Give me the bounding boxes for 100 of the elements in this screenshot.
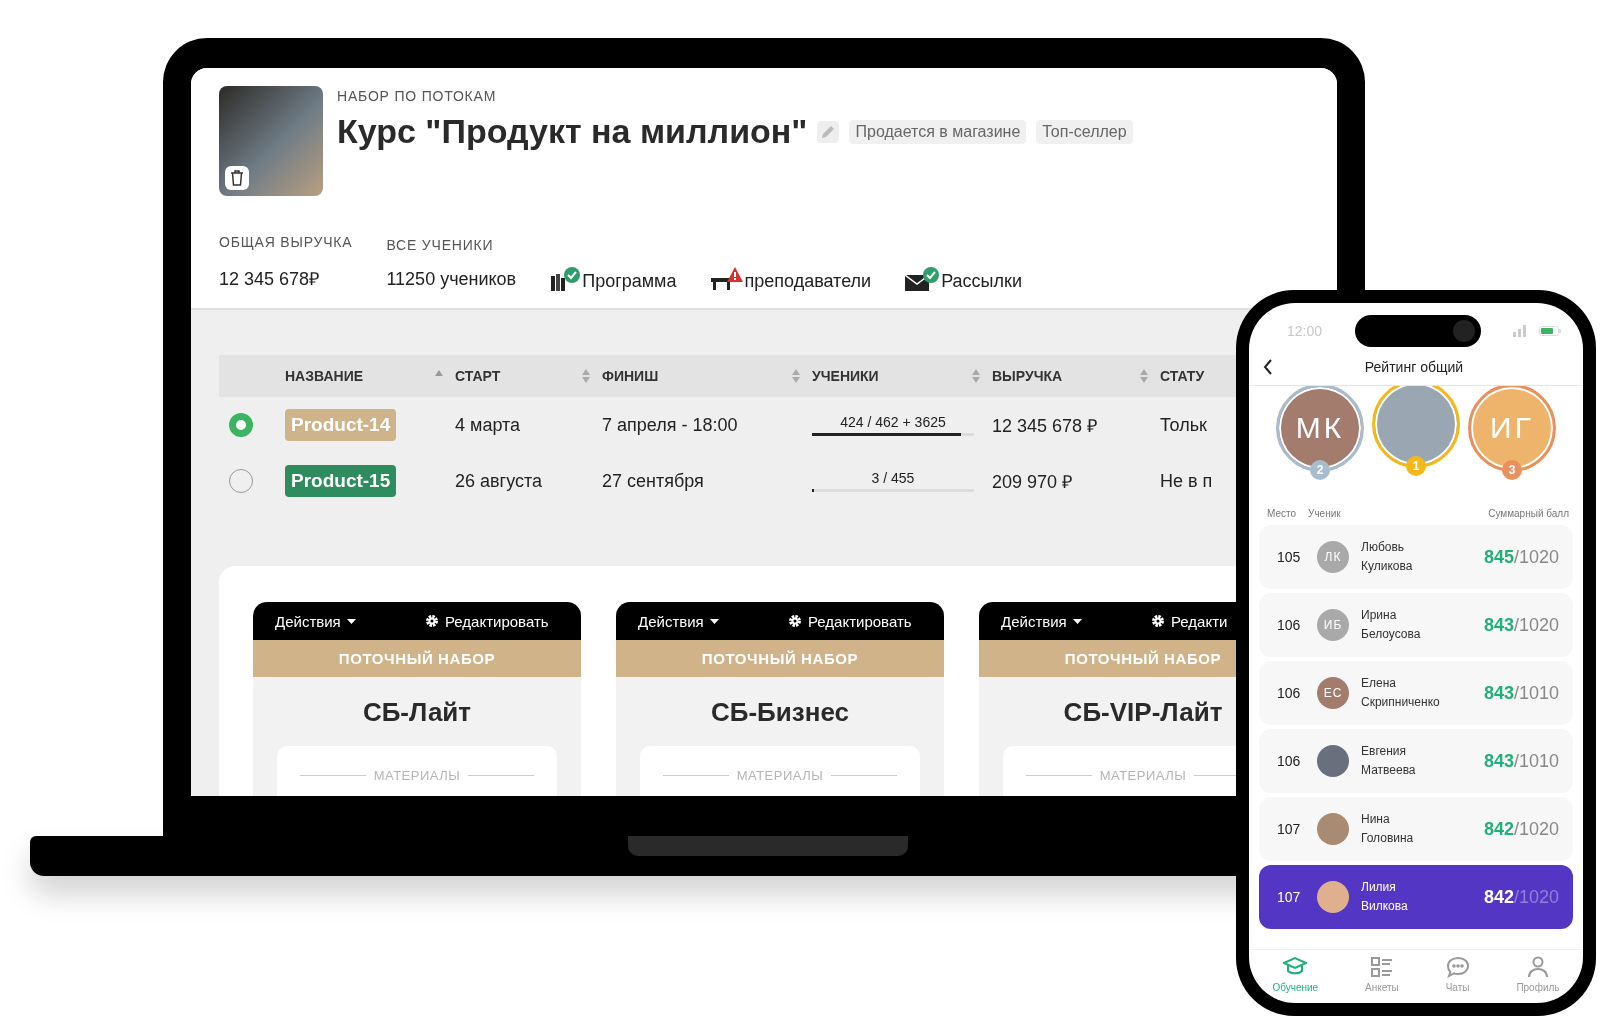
- course-title: Курс "Продукт на миллион": [337, 112, 808, 151]
- edit-button[interactable]: Редактировать: [425, 612, 549, 630]
- column-label: Место: [1267, 508, 1297, 519]
- sort-icon[interactable]: [972, 369, 980, 383]
- students-count: 3 / 455: [871, 470, 915, 486]
- caret-icon: [709, 618, 719, 624]
- section-link[interactable]: преподаватели: [710, 271, 872, 292]
- place-medal: 1: [1406, 456, 1426, 476]
- table-cell-text: 209 970 ₽: [992, 471, 1074, 493]
- table-cell-text: 4 марта: [455, 414, 522, 436]
- initials-avatar: ИБ: [1317, 609, 1349, 641]
- signal-icon: [1513, 325, 1527, 337]
- back-chevron-icon[interactable]: [1263, 359, 1273, 375]
- gear-icon: [1151, 614, 1165, 628]
- score: 843/1010: [1483, 750, 1559, 772]
- score: 845/1020: [1483, 546, 1559, 568]
- sort-ascending-icon[interactable]: [435, 370, 443, 376]
- sort-icon[interactable]: [1140, 369, 1148, 383]
- radio-button[interactable]: [229, 413, 253, 437]
- screen-title: Рейтинг общий: [1363, 359, 1465, 375]
- student-name: Нина Головина: [1361, 811, 1415, 847]
- ranking-row[interactable]: 106 ИБ Ирина Белоусова 843/1020: [1259, 593, 1573, 657]
- column-header[interactable]: УЧЕНИКИ: [812, 368, 992, 384]
- caret-icon: [1072, 618, 1082, 624]
- score: 842/1020: [1483, 886, 1559, 908]
- initials-avatar: ЛК: [1317, 541, 1349, 573]
- column-label: Ученик: [1308, 508, 1341, 519]
- edit-button[interactable]: Редакти: [1151, 612, 1228, 630]
- section-link[interactable]: Рассылки: [905, 271, 1022, 292]
- place-number: 106: [1277, 685, 1302, 701]
- stat-value: 11250 учеников: [386, 269, 517, 290]
- section-divider-label: МАТЕРИАЛЫ: [299, 768, 535, 782]
- product-label: Product-15: [285, 465, 397, 497]
- battery-icon: [1539, 326, 1561, 336]
- trash-icon: [230, 170, 244, 186]
- place-number: 106: [1277, 617, 1302, 633]
- card-title: СБ-Бизнес: [711, 697, 849, 728]
- table-cell-text: Не в п: [1160, 470, 1214, 492]
- stat-label: ВСЕ УЧЕНИКИ: [386, 237, 495, 253]
- column-header[interactable]: СТАРТ: [455, 368, 602, 384]
- caret-icon: [346, 618, 356, 624]
- place-medal: 3: [1502, 460, 1522, 480]
- actions-dropdown[interactable]: Действия: [275, 612, 425, 630]
- check-badge-icon: [564, 266, 581, 283]
- actions-dropdown[interactable]: Действия: [638, 612, 788, 630]
- score: 842/1020: [1483, 818, 1559, 840]
- gear-icon: [788, 614, 802, 628]
- warning-icon: [726, 267, 743, 282]
- course-tag: Продается в магазине: [849, 119, 1027, 144]
- student-name: Евгения Матвеева: [1361, 743, 1417, 779]
- student-name: Лилия Вилкова: [1361, 879, 1409, 915]
- place-number: 105: [1277, 549, 1302, 565]
- place-number: 107: [1277, 821, 1302, 837]
- ranking-row[interactable]: 106 Евгения Матвеева 843/1010: [1259, 729, 1573, 793]
- ranking-row[interactable]: 105 ЛК Любовь Куликова 845/1020: [1259, 525, 1573, 589]
- place-medal: 2: [1310, 460, 1330, 480]
- card-type-label: ПОТОЧНЫЙ НАБОР: [616, 640, 944, 677]
- chat-bubble-icon: [1445, 956, 1470, 978]
- card-type-label: ПОТОЧНЫЙ НАБОР: [253, 640, 581, 677]
- check-badge-icon: [923, 266, 940, 283]
- student-name: Любовь Куликова: [1361, 539, 1414, 575]
- column-header[interactable]: ФИНИШ: [602, 368, 812, 384]
- stat-label: ОБЩАЯ ВЫРУЧКА: [219, 234, 353, 250]
- camera-icon: [1452, 320, 1475, 342]
- table-cell-text: 12 345 678 ₽: [992, 415, 1099, 437]
- student-name: Ирина Белоусова: [1361, 607, 1422, 643]
- course-tag: Топ-селлер: [1036, 119, 1133, 144]
- column-header[interactable]: ВЫРУЧКА: [992, 368, 1160, 384]
- table-cell-text: 26 августа: [455, 470, 543, 492]
- section-link[interactable]: Программа: [550, 271, 677, 292]
- stat-value: 12 345 678₽: [219, 268, 321, 290]
- place-number: 106: [1277, 753, 1302, 769]
- section-divider-label: МАТЕРИАЛЫ: [662, 768, 898, 782]
- place-number: 107: [1277, 889, 1302, 905]
- sort-icon[interactable]: [582, 369, 590, 383]
- ranking-row[interactable]: 106 ЕС Елена Скрипниченко 843/1010: [1259, 661, 1573, 725]
- ranking-row[interactable]: 107 Нина Головина 842/1020: [1259, 797, 1573, 861]
- column-label: Суммарный балл: [1488, 508, 1569, 519]
- ranking-row[interactable]: 107 Лилия Вилкова 842/1020: [1259, 865, 1573, 929]
- card-title: СБ-VIP-Лайт: [1063, 697, 1223, 728]
- card-title: СБ-Лайт: [362, 697, 472, 728]
- gear-icon: [425, 614, 439, 628]
- actions-dropdown[interactable]: Действия: [1001, 612, 1151, 630]
- course-category: НАБОР ПО ПОТОКАМ: [337, 88, 498, 104]
- score: 843/1010: [1483, 682, 1559, 704]
- table-cell-text: Тольк: [1160, 414, 1208, 436]
- column-header[interactable]: НАЗВАНИЕ: [285, 368, 455, 384]
- table-cell-text: 7 апреля - 18:00: [602, 414, 739, 436]
- sort-icon[interactable]: [792, 369, 800, 383]
- delete-button[interactable]: [225, 166, 249, 190]
- students-count: 424 / 462 + 3625: [840, 414, 946, 430]
- initials-avatar: ЕС: [1317, 677, 1349, 709]
- edit-pencil-icon[interactable]: [817, 120, 840, 143]
- edit-button[interactable]: Редактировать: [788, 612, 912, 630]
- product-label: Product-14: [285, 409, 397, 441]
- column-header[interactable]: СТАТУ: [1160, 368, 1234, 384]
- envelope-icon: [905, 272, 930, 291]
- student-name: Елена Скрипниченко: [1361, 675, 1441, 711]
- person-icon: [1525, 956, 1550, 978]
- score: 843/1020: [1483, 614, 1559, 636]
